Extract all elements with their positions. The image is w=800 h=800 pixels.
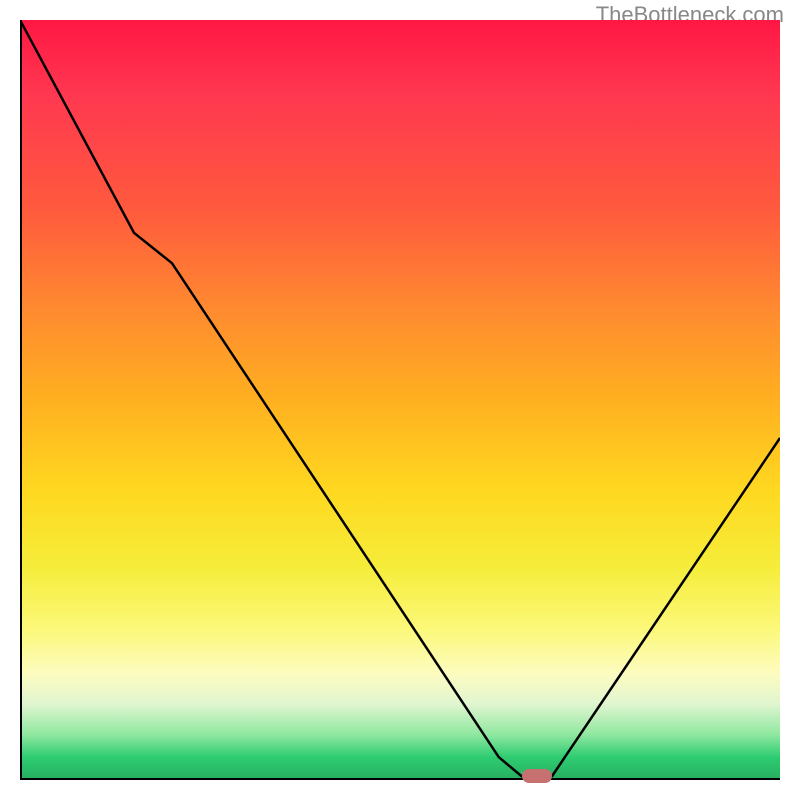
x-axis-line: [20, 778, 780, 780]
y-axis-line: [20, 20, 22, 780]
optimal-point-marker: [522, 769, 552, 783]
chart-background-gradient: [20, 20, 780, 780]
